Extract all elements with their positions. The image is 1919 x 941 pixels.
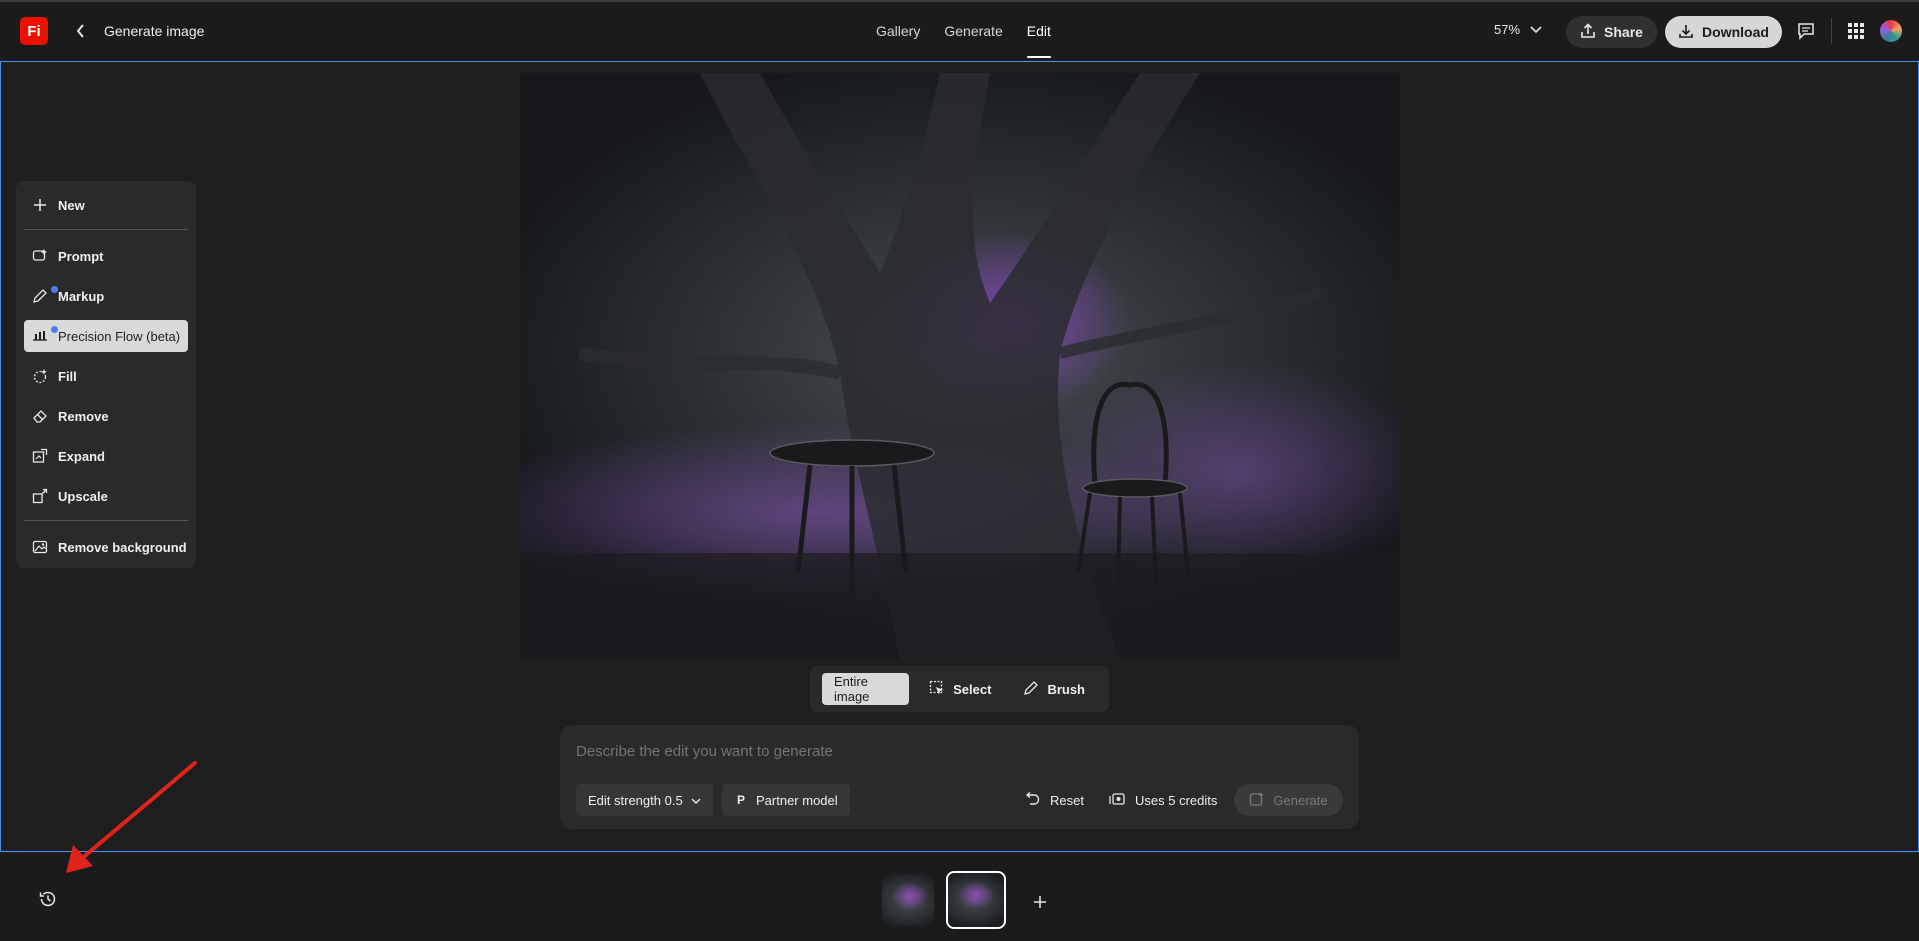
generate-button[interactable]: Generate [1234, 784, 1343, 816]
plus-icon [32, 197, 48, 213]
header-divider [1831, 18, 1832, 44]
brush-icon [1023, 680, 1039, 699]
tool-expand-label: Expand [58, 448, 105, 464]
remove-background-icon [32, 539, 48, 555]
page-title: Generate image [104, 23, 205, 39]
selection-mode-bar: Entire image Select Brush [810, 666, 1109, 712]
tool-panel: New Prompt Markup Precision Flow (beta) … [16, 181, 196, 568]
tab-gallery[interactable]: Gallery [876, 2, 920, 60]
eraser-icon [32, 408, 48, 424]
tool-markup-label: Markup [58, 288, 105, 304]
tool-remove-background-label: Remove background [58, 539, 187, 555]
image-thumbnail-selected[interactable] [946, 871, 1006, 929]
tool-remove-background[interactable]: Remove background [24, 531, 188, 563]
new-button[interactable]: New [24, 189, 188, 221]
image-thumbnail[interactable] [882, 874, 934, 926]
fill-icon [32, 368, 48, 384]
entire-image-label: Entire image [834, 674, 870, 704]
chevron-left-icon[interactable] [72, 21, 90, 41]
download-icon [1678, 23, 1694, 42]
brush-button[interactable]: Brush [1011, 673, 1097, 705]
credits-label: Uses 5 credits [1135, 792, 1218, 808]
new-label: New [58, 197, 85, 213]
markup-icon [32, 288, 48, 304]
select-icon [929, 680, 945, 699]
panel-divider [24, 229, 188, 230]
share-button[interactable]: Share [1566, 16, 1657, 48]
sliders-icon [32, 328, 48, 344]
tool-prompt[interactable]: Prompt [24, 240, 188, 272]
zoom-level: 57% [1494, 22, 1521, 37]
credits-info: Uses 5 credits [1109, 784, 1217, 816]
select-button[interactable]: Select [917, 673, 1003, 705]
reset-button[interactable]: Reset [1024, 784, 1084, 816]
tool-precision-flow-label: Precision Flow (beta) [58, 328, 181, 344]
prompt-icon [32, 248, 48, 264]
tool-fill[interactable]: Fill [24, 360, 188, 392]
tool-upscale-label: Upscale [58, 488, 108, 504]
partner-model-label: Partner model [756, 792, 838, 808]
credits-icon [1109, 792, 1125, 809]
top-bar: Fi Generate image Gallery Generate Edit … [0, 0, 1919, 60]
panel-divider [24, 520, 188, 521]
edit-strength-dropdown[interactable]: Edit strength 0.5 [576, 784, 713, 816]
tool-prompt-label: Prompt [58, 248, 104, 264]
select-label: Select [953, 681, 992, 697]
history-icon[interactable] [37, 888, 59, 910]
zoom-dropdown[interactable]: 57% [1494, 22, 1542, 37]
chevron-down-icon [1530, 22, 1542, 37]
tool-expand[interactable]: Expand [24, 440, 188, 472]
tool-precision-flow[interactable]: Precision Flow (beta) [24, 320, 188, 352]
firefly-logo[interactable]: Fi [20, 17, 48, 45]
tool-upscale[interactable]: Upscale [24, 480, 188, 512]
partner-model-button[interactable]: P Partner model [722, 784, 850, 816]
partner-model-icon: P [736, 793, 745, 807]
add-image-icon[interactable] [1028, 890, 1052, 914]
generate-icon [1249, 791, 1265, 810]
generate-label: Generate [1273, 792, 1328, 808]
undo-icon [1024, 791, 1040, 809]
new-feature-dot [51, 286, 58, 293]
download-button[interactable]: Download [1665, 16, 1782, 48]
generated-image[interactable] [520, 73, 1400, 660]
tool-fill-label: Fill [58, 368, 77, 384]
tool-remove[interactable]: Remove [24, 400, 188, 432]
expand-icon [32, 448, 48, 464]
upscale-icon [32, 488, 48, 504]
comment-icon[interactable] [1795, 20, 1817, 42]
avatar[interactable] [1880, 20, 1902, 42]
prompt-input[interactable] [576, 743, 1336, 760]
chevron-down-icon [691, 793, 701, 808]
new-feature-dot [51, 326, 58, 333]
reset-label: Reset [1050, 792, 1084, 808]
share-label: Share [1604, 24, 1643, 40]
forest-scene-illustration [520, 73, 1400, 660]
tab-edit[interactable]: Edit [1026, 2, 1051, 60]
tool-remove-label: Remove [58, 408, 109, 424]
share-icon [1580, 22, 1596, 42]
entire-image-button[interactable]: Entire image [822, 673, 910, 705]
download-label: Download [1702, 24, 1769, 40]
tab-bar: Gallery Generate Edit [876, 2, 1051, 60]
prompt-box: Edit strength 0.5 P Partner model Reset … [560, 725, 1359, 829]
tool-markup[interactable]: Markup [24, 280, 188, 312]
apps-grid-icon[interactable] [1845, 20, 1867, 42]
tab-generate[interactable]: Generate [944, 2, 1002, 60]
brush-label: Brush [1047, 681, 1085, 697]
edit-strength-label: Edit strength 0.5 [588, 792, 683, 808]
